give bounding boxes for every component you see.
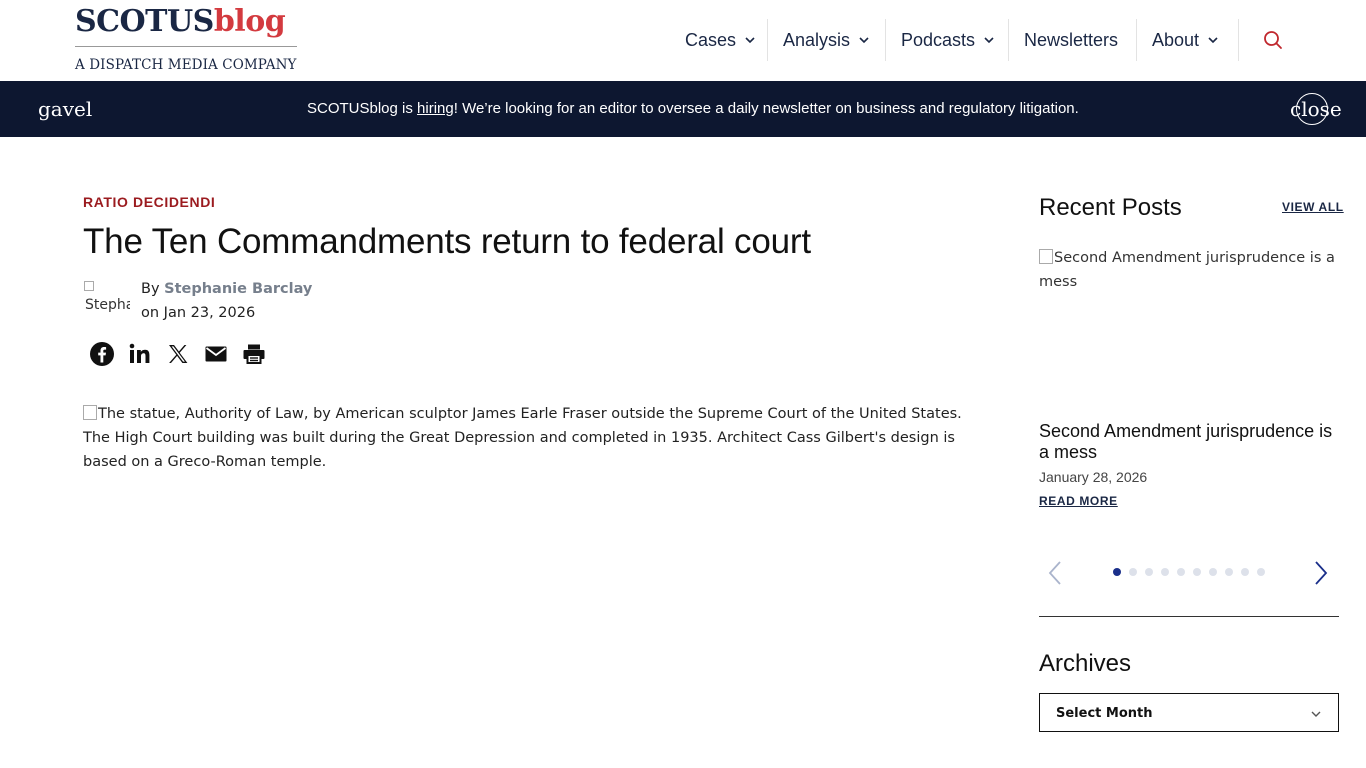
avatar-alt-text: Stepha (85, 297, 130, 313)
site-header: SCOTUSblog A DISPATCH MEDIA COMPANY Case… (0, 0, 1366, 81)
byline: By Stephanie Barclay (141, 281, 312, 297)
nav-divider (1238, 19, 1239, 61)
carousel-pagination (1113, 568, 1265, 576)
logo-part-blog: blog (213, 4, 286, 39)
banner-message: SCOTUSblog is hiring! We’re looking for … (307, 100, 1079, 117)
date-value: Jan 23, 2026 (163, 305, 256, 321)
author-avatar: Stepha (84, 281, 130, 323)
nav-label: Analysis (783, 29, 851, 50)
nav-label: About (1152, 29, 1200, 50)
logo-part-scotus: SCOTUS (75, 4, 214, 39)
carousel-dot[interactable] (1209, 568, 1217, 576)
date-prefix: on (141, 305, 164, 321)
nav-newsletters[interactable]: Newsletters (1024, 19, 1118, 61)
nav-divider (767, 19, 768, 61)
nav-divider (1008, 19, 1009, 61)
article-category[interactable]: RATIO DECIDENDI (83, 194, 215, 210)
archives-month-select[interactable]: Select Month (1039, 693, 1339, 732)
hero-image: The statue, Authority of Law, by America… (83, 402, 983, 474)
email-icon[interactable] (203, 341, 229, 367)
recent-post-image-alt: Second Amendment jurisprudence is a mess (1039, 250, 1335, 290)
nav-label: Newsletters (1024, 29, 1119, 50)
chevron-down-icon (984, 37, 994, 44)
chevron-down-icon (745, 37, 755, 44)
announcement-banner: gavel SCOTUSblog is hiring! We’re lookin… (0, 81, 1366, 137)
carousel-dot[interactable] (1161, 568, 1169, 576)
carousel-dot[interactable] (1225, 568, 1233, 576)
carousel-dot[interactable] (1129, 568, 1137, 576)
nav-label: Cases (685, 29, 737, 50)
byline-prefix: By (141, 281, 165, 297)
publish-date: on Jan 23, 2026 (141, 305, 255, 321)
recent-post-image[interactable]: Second Amendment jurisprudence is a mess (1039, 246, 1339, 294)
chevron-down-icon (1311, 711, 1321, 717)
print-icon[interactable] (241, 341, 267, 367)
nav-cases[interactable]: Cases (685, 19, 756, 61)
search-icon[interactable] (1262, 29, 1284, 51)
logo-wordmark: SCOTUSblog (75, 4, 299, 40)
archives-heading: Archives (1039, 650, 1132, 677)
logo-tagline: A DISPATCH MEDIA COMPANY (75, 57, 297, 73)
sidebar-divider (1039, 616, 1339, 617)
recent-post-date: January 28, 2026 (1039, 469, 1148, 485)
carousel-dot[interactable] (1241, 568, 1249, 576)
archives-select-value: Select Month (1056, 706, 1153, 721)
hero-image-alt-text: The statue, Authority of Law, by America… (83, 406, 962, 470)
nav-about[interactable]: About (1152, 19, 1219, 61)
chevron-right-icon[interactable] (1310, 559, 1332, 587)
gavel-icon: gavel (38, 97, 93, 121)
recent-post-title[interactable]: Second Amendment jurisprudence is a mess (1039, 421, 1339, 463)
chevron-down-icon (859, 37, 869, 44)
read-more-link[interactable]: READ MORE (1039, 494, 1118, 508)
nav-analysis[interactable]: Analysis (783, 19, 870, 61)
close-label: close (1290, 97, 1342, 121)
article-title: The Ten Commandments return to federal c… (83, 222, 811, 261)
facebook-icon[interactable] (89, 341, 115, 367)
carousel-dot[interactable] (1145, 568, 1153, 576)
nav-divider (885, 19, 886, 61)
close-banner-button[interactable]: close (1290, 93, 1342, 125)
nav-label: Podcasts (901, 29, 976, 50)
logo-divider (75, 46, 297, 47)
hiring-link[interactable]: hiring (417, 100, 454, 117)
banner-text-after: ! We’re looking for an editor to oversee… (453, 100, 1079, 117)
broken-image-icon (1039, 249, 1053, 264)
site-logo[interactable]: SCOTUSblog A DISPATCH MEDIA COMPANY (75, 4, 299, 74)
author-link[interactable]: Stephanie Barclay (164, 281, 312, 297)
broken-image-icon (84, 281, 94, 291)
broken-image-icon (83, 405, 97, 420)
linkedin-icon[interactable] (127, 341, 153, 367)
carousel-dot[interactable] (1177, 568, 1185, 576)
carousel-dot[interactable] (1257, 568, 1265, 576)
chevron-down-icon (1208, 37, 1218, 44)
chevron-left-icon[interactable] (1044, 559, 1066, 587)
carousel-dot[interactable] (1113, 568, 1121, 576)
nav-podcasts[interactable]: Podcasts (901, 19, 995, 61)
x-icon[interactable] (165, 341, 191, 367)
nav-divider (1136, 19, 1137, 61)
recent-posts-heading: Recent Posts (1039, 194, 1182, 221)
carousel-dot[interactable] (1193, 568, 1201, 576)
view-all-link[interactable]: VIEW ALL (1282, 200, 1344, 214)
banner-text-before: SCOTUSblog is (307, 100, 418, 117)
